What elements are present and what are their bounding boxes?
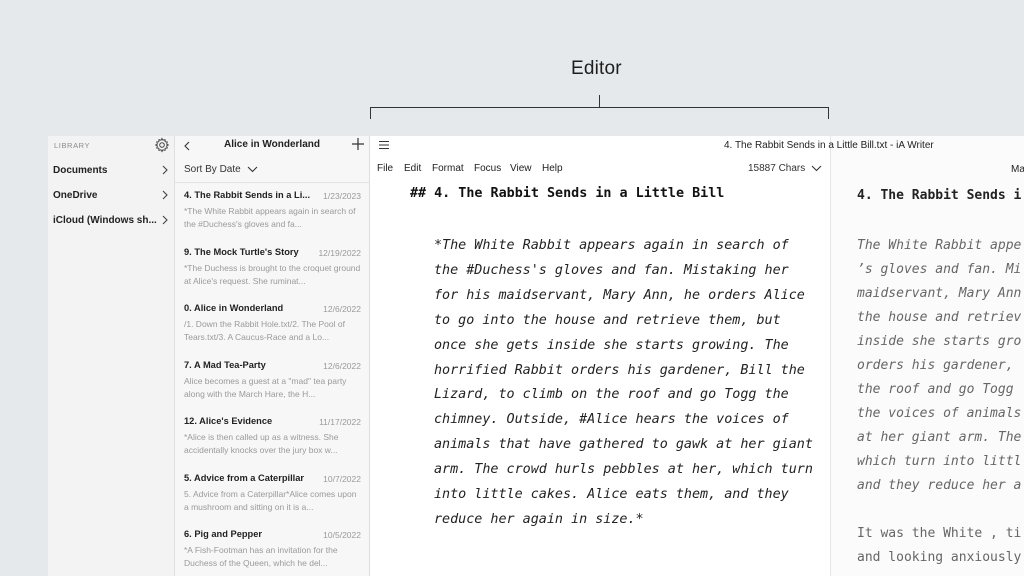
document-preview: *The Duchess is brought to the croquet g…	[184, 262, 361, 286]
document-date: 11/17/2022	[319, 417, 361, 427]
document-date: 12/6/2022	[323, 304, 361, 314]
app-window: LIBRARY Documents OneDrive iCloud (Windo…	[48, 136, 1024, 576]
document-preview: *Alice is then called up as a witness. S…	[184, 432, 339, 455]
document-preview: Alice becomes a guest at a "mad" tea par…	[184, 375, 347, 399]
hamburger-menu-icon[interactable]	[378, 139, 390, 151]
menu-help[interactable]: Help	[542, 163, 563, 174]
library-sidebar: LIBRARY Documents OneDrive iCloud (Windo…	[48, 136, 175, 576]
document-title: 6. Pig and Pepper	[184, 529, 263, 539]
document-item[interactable]: 6. Pig and Pepper 10/5/2022 *A Fish-Foot…	[175, 522, 369, 576]
document-preview: /1. Down the Rabbit Hole.txt/2. The Pool…	[184, 319, 345, 342]
menu-edit[interactable]: Edit	[404, 163, 421, 174]
library-title: LIBRARY	[54, 141, 91, 150]
document-date: 10/7/2022	[323, 473, 361, 484]
menu-format[interactable]: Format	[432, 163, 464, 174]
preview-paragraph: The White Rabbit appe ’s gloves and fan.…	[857, 238, 1022, 493]
document-items: 4. The Rabbit Sends in a Li... 1/23/2023…	[175, 183, 369, 576]
heading-marker: ##	[410, 186, 427, 201]
library-item-documents[interactable]: Documents	[48, 158, 174, 183]
menu-file[interactable]: File	[377, 163, 393, 174]
sort-dropdown[interactable]: Sort By Date	[175, 158, 369, 183]
char-count[interactable]: 15887 Chars	[748, 163, 805, 174]
library-item-label: iCloud (Windows sh...	[53, 215, 157, 226]
chevron-right-icon	[160, 165, 170, 175]
menu-cut-off[interactable]: Mar	[1011, 164, 1024, 175]
document-date: 1/23/2023	[323, 191, 361, 201]
document-date: 12/6/2022	[323, 360, 361, 371]
document-title: 0. Alice in Wonderland	[184, 303, 284, 313]
document-item[interactable]: 9. The Mock Turtle's Story 12/19/2022 *T…	[175, 240, 369, 297]
menu-view[interactable]: View	[510, 163, 532, 174]
document-item[interactable]: 7. A Mad Tea-Party 12/6/2022 Alice becom…	[175, 353, 369, 410]
library-item-label: Documents	[53, 165, 108, 176]
document-title: 4. The Rabbit Sends in a Li...	[184, 190, 311, 200]
library-header: LIBRARY	[48, 136, 174, 158]
window-title: 4. The Rabbit Sends in a Little Bill.txt…	[724, 140, 934, 151]
editor-paragraph: *The White Rabbit appears again in searc…	[434, 238, 813, 527]
editor-pane: File Edit Format Focus View Help 15887 C…	[370, 136, 830, 576]
document-item[interactable]: 12. Alice's Evidence 11/17/2022 *Alice i…	[175, 409, 369, 466]
library-item-label: OneDrive	[53, 190, 98, 201]
chevron-down-icon[interactable]	[811, 164, 822, 173]
menubar: File Edit Format Focus View Help 15887 C…	[370, 158, 830, 182]
sort-label: Sort By Date	[184, 164, 241, 175]
document-preview: *The White Rabbit appears again in searc…	[184, 206, 356, 229]
preview-heading: 4. The Rabbit Sends i	[857, 188, 1022, 203]
gear-icon[interactable]	[154, 137, 170, 153]
document-date: 12/19/2022	[318, 247, 361, 258]
document-item[interactable]: 5. Advice from a Caterpillar 10/7/2022 5…	[175, 466, 369, 523]
bracket-right	[828, 107, 829, 119]
library-item-onedrive[interactable]: OneDrive	[48, 183, 174, 208]
heading-text: 4. The Rabbit Sends in a Little Bill	[434, 186, 725, 201]
document-date: 10/5/2022	[323, 530, 361, 540]
document-list: Alice in Wonderland Sort By Date 4. The …	[175, 136, 370, 576]
menu-focus[interactable]: Focus	[474, 163, 501, 174]
doclist-header: Alice in Wonderland	[175, 136, 369, 158]
preview-paragraph-2: It was the White , ti and looking anxiou…	[857, 526, 1022, 565]
plus-icon[interactable]	[351, 137, 365, 151]
folder-title: Alice in Wonderland	[224, 139, 320, 150]
document-title: 12. Alice's Evidence	[184, 416, 273, 426]
bracket-bar	[370, 107, 829, 108]
chevron-down-icon	[247, 165, 258, 174]
document-item[interactable]: 0. Alice in Wonderland 12/6/2022 /1. Dow…	[175, 296, 369, 353]
chevron-right-icon	[160, 215, 170, 225]
document-title: 7. A Mad Tea-Party	[184, 359, 266, 370]
bracket-left	[370, 107, 371, 119]
library-item-icloud[interactable]: iCloud (Windows sh...	[48, 208, 174, 233]
document-item[interactable]: 4. The Rabbit Sends in a Li... 1/23/2023…	[175, 183, 369, 240]
chevron-right-icon	[160, 190, 170, 200]
editor-heading: ## 4. The Rabbit Sends in a Little Bill	[410, 186, 724, 201]
callout-text: Editor	[571, 58, 622, 79]
document-title: 5. Advice from a Caterpillar	[184, 472, 305, 483]
document-preview: *A Fish-Footman has an invitation for th…	[184, 545, 338, 568]
document-title: 9. The Mock Turtle's Story	[184, 246, 299, 257]
preview-pane: 4. The Rabbit Sends i The White Rabbit a…	[830, 136, 1024, 576]
bracket-stem	[599, 95, 600, 107]
document-preview: 5. Advice from a Caterpillar*Alice comes…	[184, 488, 357, 512]
